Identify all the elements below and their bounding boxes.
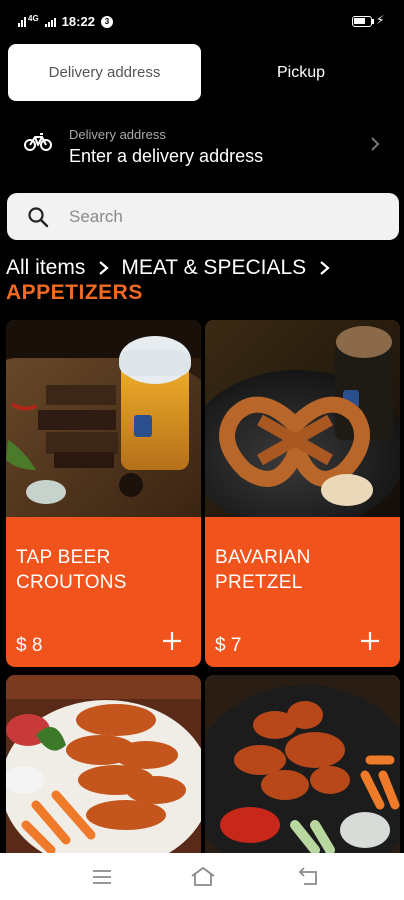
search-icon [28,207,49,228]
chevron-right-icon [99,261,110,275]
delivery-address-row[interactable]: Delivery address Enter a delivery addres… [0,118,404,174]
chevron-right-icon [371,137,380,151]
address-label: Delivery address [69,127,166,142]
search-input[interactable] [67,201,381,233]
breadcrumb-meat-specials[interactable]: MEAT & SPECIALS [121,256,306,280]
status-bar: 4G 18:22 3 ⚡ [0,0,404,44]
notification-badge: 3 [100,15,113,28]
buffalo-wings-photo [205,675,400,853]
product-price: $ 7 [215,635,242,656]
pretzel-photo [205,320,400,517]
signal-icon [18,16,26,27]
home-icon[interactable] [190,865,216,887]
product-name: TAP BEER CROUTONS [16,547,127,593]
search-box[interactable] [7,193,399,240]
category-title: APPETIZERS [6,281,143,304]
address-prompt: Enter a delivery address [69,146,264,166]
network-type: 4G [28,14,39,23]
breadcrumb: All items MEAT & SPECIALS [6,256,342,280]
product-price: $ 8 [16,635,43,656]
tab-delivery-label: Delivery address [48,64,161,81]
tab-delivery[interactable]: Delivery address [8,44,201,101]
beer-croutons-photo [6,320,201,517]
chevron-right-icon [320,261,330,275]
menu-icon[interactable] [92,869,112,885]
signal-icon-2 [44,16,56,27]
status-time: 18:22 [61,14,95,29]
charging-icon: ⚡ [376,13,385,27]
tab-pickup[interactable]: Pickup [206,44,396,101]
product-card-beer-croutons[interactable]: TAP BEER CROUTONS $ 8 [6,320,201,667]
system-navigation-bar [0,853,404,900]
product-card-pretzel[interactable]: BAVARIAN PRETZEL $ 7 [205,320,400,667]
battery-icon [352,16,372,27]
back-icon[interactable] [298,866,320,886]
bicycle-icon [24,133,52,151]
tab-pickup-label: Pickup [276,63,326,81]
breadcrumb-all-items[interactable]: All items [6,256,85,280]
chicken-wings-photo [6,675,201,853]
product-name: BAVARIAN PRETZEL [215,547,311,593]
product-card-buffalo-wings[interactable] [205,675,400,853]
add-to-cart-icon[interactable] [359,630,381,652]
product-card-chicken-wings[interactable] [6,675,201,853]
add-to-cart-icon[interactable] [161,630,183,652]
